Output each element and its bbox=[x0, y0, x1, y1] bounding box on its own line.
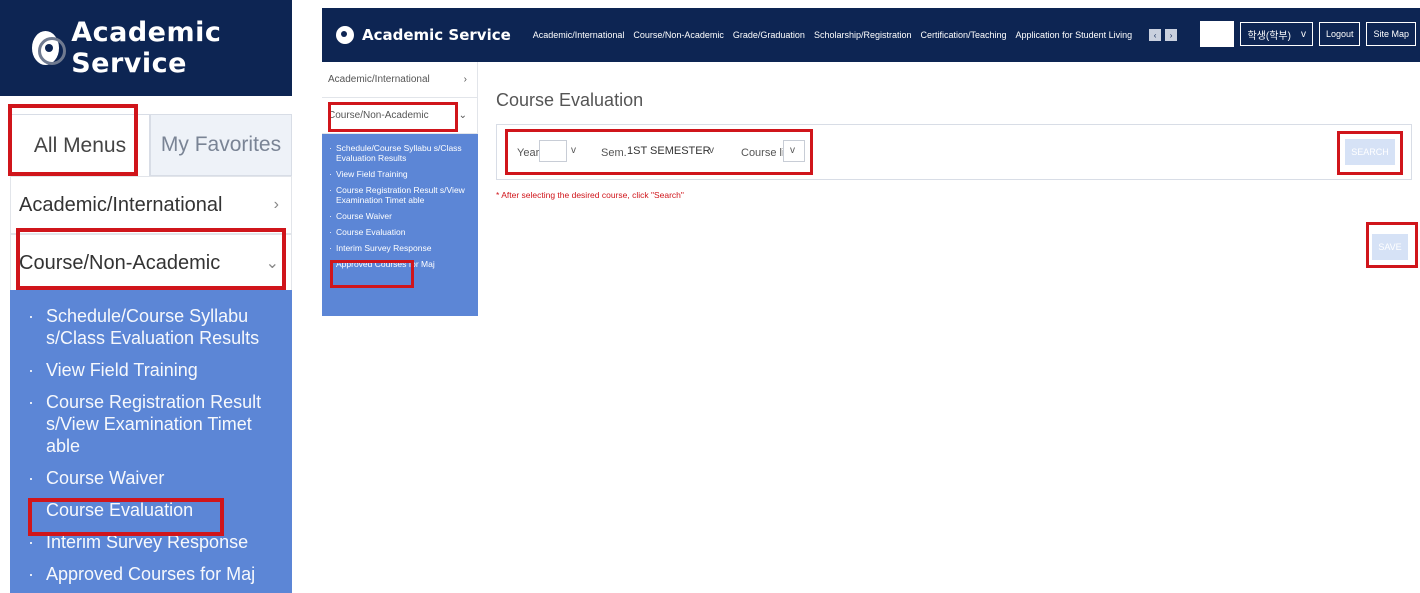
app-screenshot: Academic Service Academic/International … bbox=[322, 0, 1420, 316]
user-photo-box bbox=[1200, 21, 1235, 47]
menu-tabs: All Menus My Favorites bbox=[10, 114, 292, 176]
app-title[interactable]: Academic Service bbox=[362, 26, 511, 44]
chevron-right-icon: › bbox=[463, 74, 467, 85]
year-select[interactable] bbox=[539, 140, 567, 162]
sidebar-sub-course-registration-results[interactable]: Course Registration Result s/View Examin… bbox=[322, 182, 478, 208]
submenu-item-interim-survey[interactable]: Interim Survey Response bbox=[10, 526, 292, 558]
menu-item-course-non-academic[interactable]: Course/Non-Academic ⌄ bbox=[10, 234, 292, 292]
zoom-brand-title: Academic Service bbox=[71, 17, 222, 79]
chevron-right-icon: › bbox=[273, 196, 279, 213]
nav-student-living[interactable]: Application for Student Living bbox=[1016, 30, 1133, 40]
search-button[interactable]: SEARCH bbox=[1345, 139, 1395, 165]
main-content: Course Evaluation Year v Sem. 1ST SEMEST… bbox=[492, 62, 1420, 316]
sidebar-item-label: Academic/International bbox=[328, 74, 430, 85]
page-title: Course Evaluation bbox=[496, 90, 644, 110]
nav-prev-icon[interactable]: ‹ bbox=[1149, 29, 1162, 41]
chevron-down-icon: v bbox=[571, 145, 576, 156]
top-right-controls: 학생(학부) v Logout Site Map bbox=[1200, 21, 1416, 47]
role-select-value: 학생(학부) bbox=[1247, 30, 1291, 42]
top-navbar: Academic Service Academic/International … bbox=[322, 8, 1420, 62]
filter-panel: Year v Sem. 1ST SEMESTER v Course list v… bbox=[496, 124, 1412, 180]
sidebar-sub-course-evaluation[interactable]: Course Evaluation bbox=[322, 224, 478, 240]
menu-item-academic-international[interactable]: Academic/International › bbox=[10, 176, 292, 234]
tab-all-menus[interactable]: All Menus bbox=[10, 114, 150, 176]
chevron-down-icon: v bbox=[709, 145, 714, 156]
chevron-down-icon: v bbox=[1300, 28, 1306, 40]
nav-next-icon[interactable]: › bbox=[1165, 29, 1178, 41]
chevron-down-icon: ⌄ bbox=[265, 255, 279, 272]
save-button[interactable]: SAVE bbox=[1372, 234, 1408, 260]
sitemap-button[interactable]: Site Map bbox=[1366, 22, 1416, 46]
submenu-course-non-academic: Schedule/Course Syllabu s/Class Evaluati… bbox=[10, 290, 292, 593]
instruction-note: * After selecting the desired course, cl… bbox=[496, 190, 684, 200]
university-logo-icon bbox=[336, 26, 354, 44]
year-label: Year bbox=[517, 147, 540, 159]
zoomed-menu-panel: Academic Service All Menus My Favorites … bbox=[0, 0, 292, 593]
tab-my-favorites[interactable]: My Favorites bbox=[150, 114, 292, 176]
sidebar-sub-course-waiver[interactable]: Course Waiver bbox=[322, 208, 478, 224]
menu-item-label: Course/Non-Academic bbox=[19, 251, 221, 274]
zoom-header: Academic Service bbox=[0, 0, 292, 96]
sidebar-item-academic-international[interactable]: Academic/International › bbox=[322, 62, 477, 98]
nav-grade-graduation[interactable]: Grade/Graduation bbox=[733, 30, 805, 40]
sidebar-sub-schedule-syllabus[interactable]: Schedule/Course Syllabu s/Class Evaluati… bbox=[322, 140, 478, 166]
chevron-down-icon: ⌄ bbox=[458, 110, 467, 121]
submenu-item-schedule-syllabus[interactable]: Schedule/Course Syllabu s/Class Evaluati… bbox=[10, 300, 292, 354]
sidebar-item-label: Course/Non-Academic bbox=[328, 110, 429, 121]
sidebar: Academic/International › Course/Non-Acad… bbox=[322, 62, 478, 316]
submenu-item-course-waiver[interactable]: Course Waiver bbox=[10, 462, 292, 494]
nav-scholarship-registration[interactable]: Scholarship/Registration bbox=[814, 30, 912, 40]
submenu-item-approved-courses[interactable]: Approved Courses for Maj bbox=[10, 558, 292, 590]
top-nav-menu: Academic/International Course/Non-Academ… bbox=[533, 30, 1141, 40]
sidebar-sub-interim-survey[interactable]: Interim Survey Response bbox=[322, 240, 478, 256]
menu-item-label: Academic/International bbox=[19, 193, 223, 216]
chevron-down-icon: v bbox=[790, 145, 795, 156]
sidebar-sub-view-field-training[interactable]: View Field Training bbox=[322, 166, 478, 182]
semester-select[interactable]: 1ST SEMESTER bbox=[623, 140, 723, 162]
sidebar-submenu: Schedule/Course Syllabu s/Class Evaluati… bbox=[322, 134, 478, 316]
submenu-item-course-evaluation[interactable]: Course Evaluation bbox=[10, 494, 292, 526]
nav-certification-teaching[interactable]: Certification/Teaching bbox=[921, 30, 1007, 40]
submenu-item-course-registration-results[interactable]: Course Registration Result s/View Examin… bbox=[10, 386, 292, 462]
role-select[interactable]: 학생(학부) v bbox=[1240, 22, 1313, 46]
submenu-item-view-field-training[interactable]: View Field Training bbox=[10, 354, 292, 386]
university-logo-icon bbox=[32, 31, 67, 65]
nav-course-non-academic[interactable]: Course/Non-Academic bbox=[633, 30, 724, 40]
logout-button[interactable]: Logout bbox=[1318, 22, 1361, 46]
sidebar-sub-approved-courses[interactable]: Approved Courses for Maj bbox=[322, 256, 478, 272]
nav-academic-international[interactable]: Academic/International bbox=[533, 30, 625, 40]
sidebar-item-course-non-academic[interactable]: Course/Non-Academic ⌄ bbox=[322, 98, 477, 134]
